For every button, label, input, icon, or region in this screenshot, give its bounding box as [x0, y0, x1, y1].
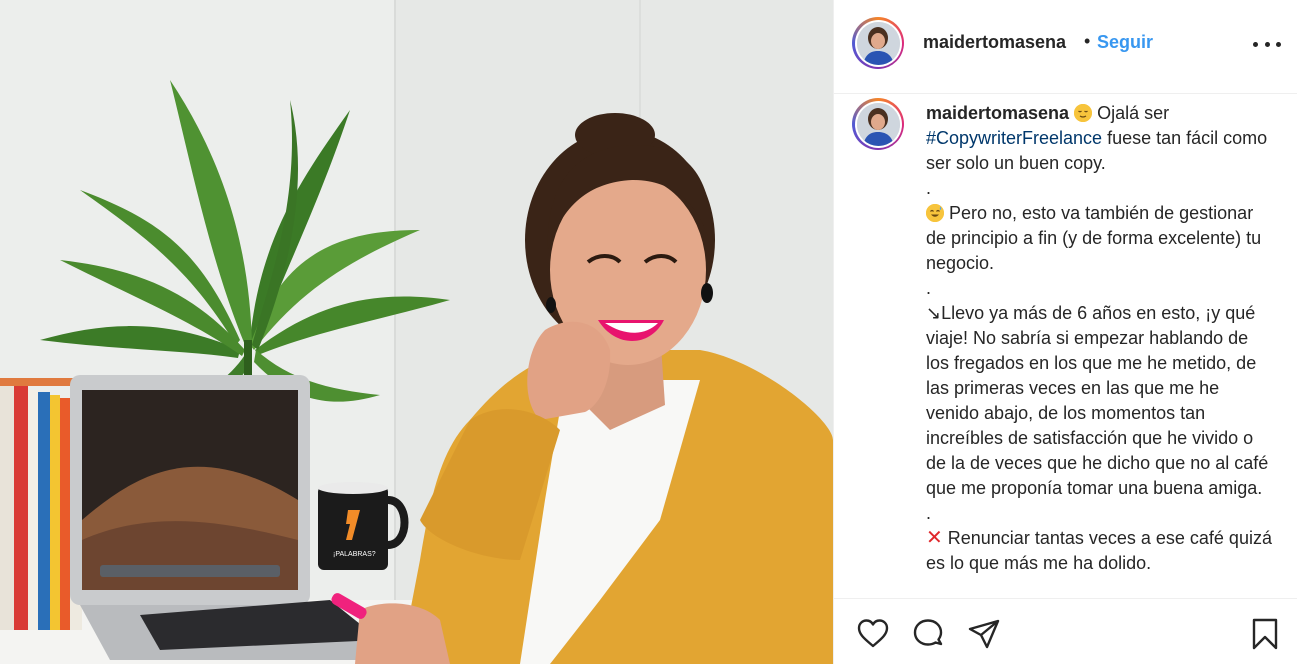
post-header: maidertomasena • Seguir: [834, 0, 1297, 94]
comment-icon[interactable]: [911, 617, 945, 651]
caption-avatar[interactable]: [852, 98, 904, 150]
hashtag-link[interactable]: #CopywriterFreelance: [926, 128, 1102, 148]
cross-mark-icon: ✕: [926, 527, 943, 549]
relieved-face-icon: [1074, 104, 1093, 122]
post-sidebar: maidertomasena • Seguir maidertomasena O…: [833, 0, 1297, 664]
caption-text-4: Renunciar tantas veces a ese café quizá …: [926, 528, 1272, 573]
caption-text-3: ↘Llevo ya más de 6 años en esto, ¡y qué …: [926, 303, 1269, 498]
action-bar: [834, 598, 1297, 664]
share-icon[interactable]: [967, 617, 1001, 651]
more-options-icon[interactable]: [1253, 32, 1281, 56]
post-photo-illustration: ¡PALABRAS?: [0, 0, 833, 664]
post-caption: maidertomasena Ojalá ser #CopywriterFree…: [926, 101, 1276, 576]
header-username[interactable]: maidertomasena: [923, 32, 1066, 53]
follow-button[interactable]: Seguir: [1097, 32, 1153, 53]
caption-text-2: Pero no, esto va también de gestionar de…: [926, 203, 1262, 273]
caption-area: maidertomasena Ojalá ser #CopywriterFree…: [834, 95, 1297, 597]
caption-text-1a: Ojalá ser: [1092, 103, 1170, 123]
bookmark-icon[interactable]: [1248, 617, 1282, 651]
caption-dot: .: [926, 178, 932, 198]
heart-icon[interactable]: [856, 617, 890, 651]
header-separator: •: [1084, 31, 1091, 51]
avatar-image: [856, 102, 900, 146]
caption-username[interactable]: maidertomasena: [926, 103, 1069, 123]
profile-avatar[interactable]: [852, 17, 904, 69]
post-photo[interactable]: ¡PALABRAS?: [0, 0, 833, 664]
grinning-sweat-face-icon: [926, 204, 944, 222]
mug-text: ¡PALABRAS?: [333, 551, 376, 558]
caption-dot: .: [926, 278, 932, 298]
avatar-image: [856, 21, 900, 65]
caption-dot: .: [926, 503, 932, 523]
